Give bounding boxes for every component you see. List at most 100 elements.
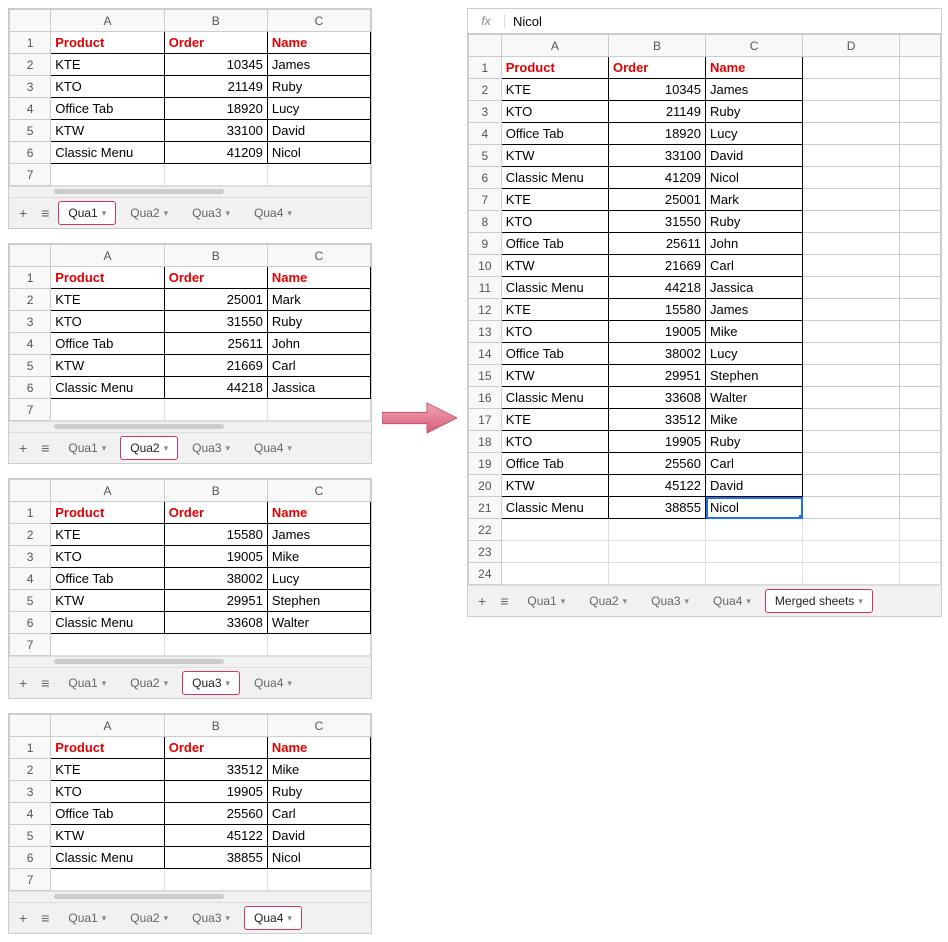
empty-cell[interactable]	[900, 189, 941, 211]
empty-cell[interactable]	[803, 79, 900, 101]
cell-name[interactable]: Walter	[267, 612, 370, 634]
empty-cell[interactable]	[706, 519, 803, 541]
row-header[interactable]: 3	[10, 76, 51, 98]
empty-cell[interactable]	[900, 321, 941, 343]
sheet-tab-qua2[interactable]: Qua2▾	[121, 202, 177, 224]
empty-cell[interactable]	[51, 399, 164, 421]
cell-product[interactable]: Office Tab	[501, 343, 608, 365]
empty-cell[interactable]	[803, 277, 900, 299]
cell-order[interactable]: 18920	[164, 98, 267, 120]
empty-cell[interactable]	[51, 634, 164, 656]
add-sheet-button[interactable]: +	[15, 438, 31, 458]
cell-order[interactable]: 19005	[608, 321, 705, 343]
cell-name[interactable]: Mark	[267, 289, 370, 311]
empty-cell[interactable]	[608, 519, 705, 541]
empty-cell[interactable]	[900, 563, 941, 585]
row-header[interactable]: 7	[10, 869, 51, 891]
cell-product[interactable]: KTO	[501, 431, 608, 453]
empty-cell[interactable]	[803, 541, 900, 563]
empty-cell[interactable]	[803, 101, 900, 123]
row-header[interactable]: 2	[10, 524, 51, 546]
sheet-tab-merged[interactable]: Merged sheets▾	[766, 590, 872, 612]
cell-name[interactable]: Lucy	[267, 568, 370, 590]
col-header-b[interactable]: B	[164, 480, 267, 502]
cell-order[interactable]: 15580	[164, 524, 267, 546]
cell-name[interactable]: Nicol	[267, 142, 370, 164]
cell-name[interactable]: Lucy	[706, 343, 803, 365]
row-header[interactable]: 2	[10, 289, 51, 311]
row-header[interactable]: 6	[10, 142, 51, 164]
empty-cell[interactable]	[267, 869, 370, 891]
cell-order[interactable]: 21669	[608, 255, 705, 277]
sheet-tab-qua3[interactable]: Qua3▾	[183, 202, 239, 224]
empty-cell[interactable]	[900, 167, 941, 189]
cell-name[interactable]: James	[267, 54, 370, 76]
cell-order[interactable]: 33100	[608, 145, 705, 167]
cell-name[interactable]: Jassica	[706, 277, 803, 299]
all-sheets-button[interactable]: ≡	[37, 438, 53, 458]
empty-cell[interactable]	[706, 541, 803, 563]
cell-order[interactable]: 21669	[164, 355, 267, 377]
cell-name[interactable]: Walter	[706, 387, 803, 409]
cell-order[interactable]: 25611	[164, 333, 267, 355]
cell-product[interactable]: Classic Menu	[51, 847, 164, 869]
row-header[interactable]: 6	[10, 612, 51, 634]
empty-cell[interactable]	[900, 475, 941, 497]
select-all-corner[interactable]	[10, 10, 51, 32]
cell-name[interactable]: James	[706, 79, 803, 101]
fx-label[interactable]: fx	[468, 14, 505, 28]
empty-cell[interactable]	[164, 399, 267, 421]
empty-cell[interactable]	[501, 563, 608, 585]
row-header[interactable]: 7	[10, 164, 51, 186]
cell-order[interactable]: 18920	[608, 123, 705, 145]
cell-name[interactable]: David	[706, 145, 803, 167]
empty-cell[interactable]	[803, 519, 900, 541]
cell-product[interactable]: KTE	[501, 409, 608, 431]
horizontal-scrollbar[interactable]	[9, 186, 371, 197]
cell-order[interactable]: 38855	[164, 847, 267, 869]
cell-name[interactable]: Carl	[267, 355, 370, 377]
cell-name[interactable]: Carl	[706, 453, 803, 475]
cell-product[interactable]: KTE	[51, 54, 164, 76]
sheet-tab-qua4[interactable]: Qua4▾	[704, 590, 760, 612]
empty-cell[interactable]	[803, 123, 900, 145]
col-header-a[interactable]: A	[51, 245, 164, 267]
cell-product[interactable]: KTO	[51, 76, 164, 98]
row-header[interactable]: 18	[469, 431, 502, 453]
cell-order[interactable]: 25560	[608, 453, 705, 475]
cell-product[interactable]: KTW	[51, 120, 164, 142]
empty-cell[interactable]	[803, 57, 900, 79]
row-header[interactable]: 1	[10, 502, 51, 524]
row-header[interactable]: 8	[469, 211, 502, 233]
cell-product[interactable]: KTW	[501, 365, 608, 387]
cell-product[interactable]: KTW	[51, 355, 164, 377]
empty-cell[interactable]	[900, 409, 941, 431]
sheet-tab-qua2[interactable]: Qua2▾	[121, 907, 177, 929]
empty-cell[interactable]	[900, 277, 941, 299]
row-header[interactable]: 4	[469, 123, 502, 145]
empty-cell[interactable]	[900, 79, 941, 101]
cell-name[interactable]: Jassica	[267, 377, 370, 399]
empty-cell[interactable]	[608, 541, 705, 563]
cell-order[interactable]: 44218	[164, 377, 267, 399]
cell-product[interactable]: Classic Menu	[51, 377, 164, 399]
cell-name[interactable]: Ruby	[706, 211, 803, 233]
cell-product[interactable]: Classic Menu	[51, 612, 164, 634]
cell-order[interactable]: 19005	[164, 546, 267, 568]
cell-product[interactable]: Classic Menu	[501, 167, 608, 189]
row-header[interactable]: 13	[469, 321, 502, 343]
cell-order[interactable]: 33608	[608, 387, 705, 409]
empty-cell[interactable]	[803, 299, 900, 321]
sheet-tab-qua2[interactable]: Qua2▾	[580, 590, 636, 612]
sheet-tab-qua2[interactable]: Qua2▾	[121, 672, 177, 694]
cell-order[interactable]: 45122	[608, 475, 705, 497]
cell-product[interactable]: Office Tab	[51, 98, 164, 120]
row-header[interactable]: 1	[10, 267, 51, 289]
row-header[interactable]: 22	[469, 519, 502, 541]
cell-order[interactable]: 33608	[164, 612, 267, 634]
row-header[interactable]: 17	[469, 409, 502, 431]
cell-name[interactable]: Mike	[267, 759, 370, 781]
cell-order[interactable]: 33512	[164, 759, 267, 781]
cell-product[interactable]: KTW	[51, 590, 164, 612]
cell-name[interactable]: Mike	[706, 321, 803, 343]
